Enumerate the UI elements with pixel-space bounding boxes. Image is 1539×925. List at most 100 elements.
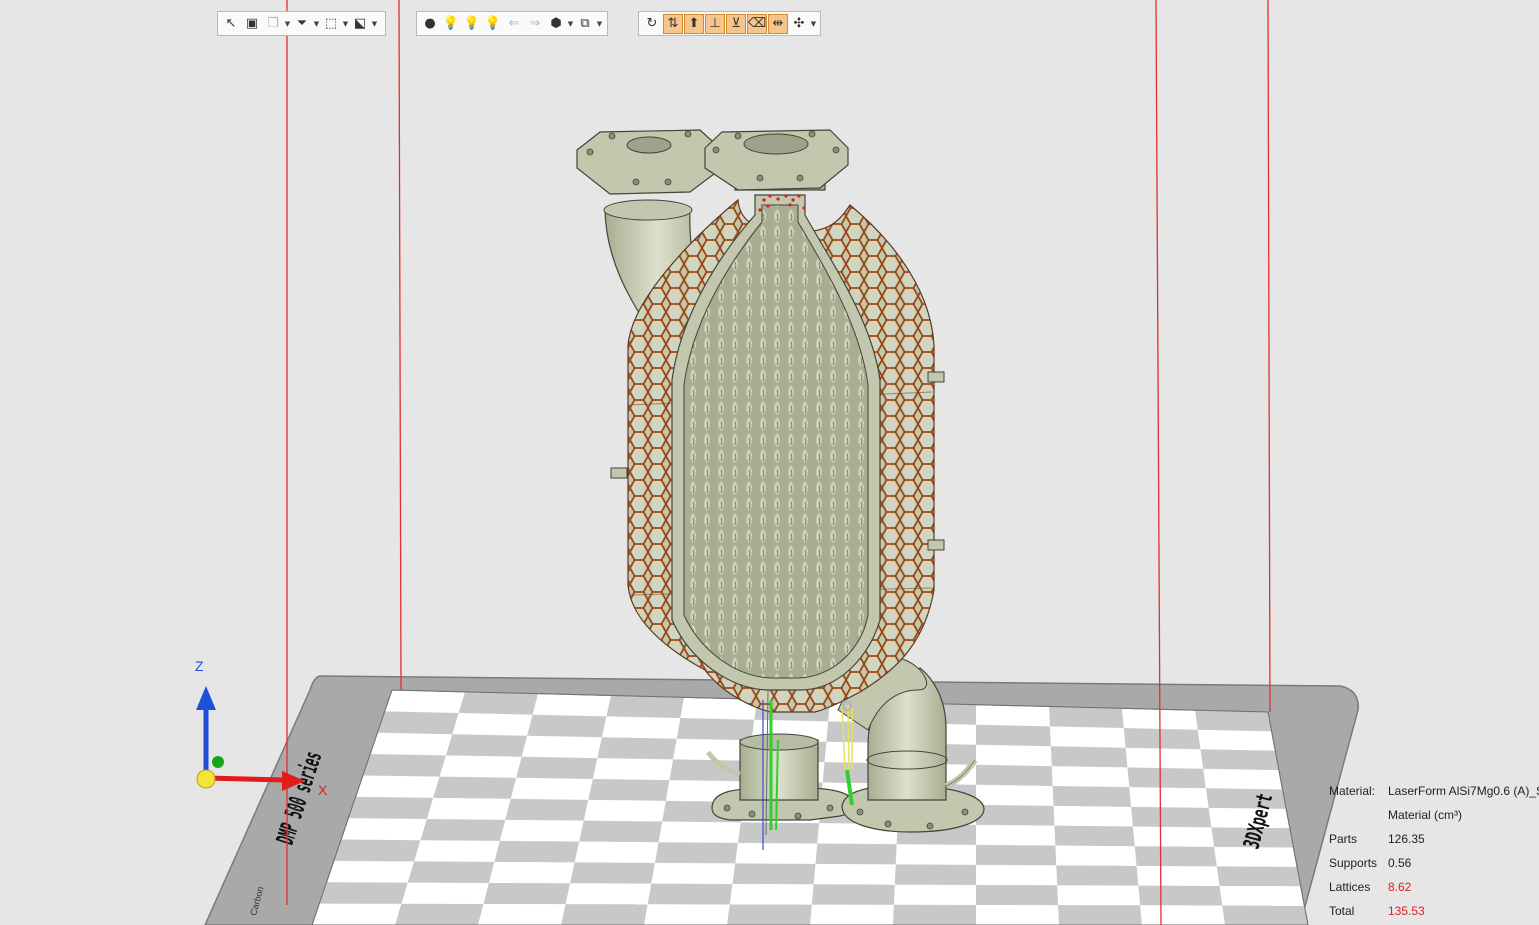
light-dim2-button[interactable]: 💡 <box>483 14 503 34</box>
plate-tile <box>737 822 820 844</box>
plate-tile <box>516 756 598 779</box>
select-box-button[interactable]: ▣ <box>242 14 262 34</box>
filter-select-button[interactable]: ⏷ <box>292 14 312 34</box>
plate-tile <box>458 691 538 715</box>
lattices-value: 8.62 <box>1388 880 1412 894</box>
plate-tile <box>1216 866 1301 887</box>
plate-tile <box>570 862 655 884</box>
plate-tile <box>676 718 755 741</box>
plate-tile <box>893 904 976 925</box>
plate-tile <box>588 778 670 801</box>
light-bulb-button[interactable]: 💡 <box>441 14 461 34</box>
rect-select-button[interactable]: ⬚ <box>321 14 341 34</box>
plate-tile <box>1123 728 1201 750</box>
plate-tile <box>1052 785 1132 807</box>
plate-tile <box>727 904 812 925</box>
distribute-button[interactable]: ⇅ <box>663 13 683 34</box>
supports-label: Supports <box>1329 856 1378 870</box>
move-axes-button[interactable]: ✣ <box>789 14 809 34</box>
plate-tile <box>1054 825 1135 847</box>
plate-tile <box>1138 885 1223 906</box>
plate-tile <box>362 754 446 777</box>
align-icon: ⊻ <box>731 16 741 31</box>
plate-tile <box>811 884 895 905</box>
plate-tile <box>1222 905 1308 925</box>
3d-viewport[interactable]: DMP 500 series 3DXpert Carbon <box>0 0 1539 925</box>
select-arrow-button[interactable]: ↖ <box>221 14 241 34</box>
plate-tile <box>815 843 897 865</box>
plate-tile <box>420 819 506 841</box>
axis-label-z: Z <box>195 658 204 674</box>
plate-tile <box>1056 865 1139 886</box>
select-parts-icon: ❒ <box>267 16 279 31</box>
plate-tile <box>976 764 1053 786</box>
plate-tile <box>669 759 749 782</box>
plate-tile <box>606 695 684 719</box>
plate-tile <box>377 711 459 735</box>
plate-tile <box>505 798 589 821</box>
plate-tile <box>1200 749 1279 771</box>
plate-tile <box>597 737 677 760</box>
selection-toolbar: ↖ ▣ ❒ ▼ ⏷ ▼ ⬚ ▼ ⬕ ▼ <box>217 11 386 36</box>
plate-tile <box>395 903 484 925</box>
plate-tile <box>647 883 733 905</box>
tools-toolbar: ↻ ⇅ ⬆ ⊥ ⊻ ⌫ ⇹ ✣ ▼ <box>638 11 821 36</box>
plate-tile <box>1127 767 1206 789</box>
total-label: Total <box>1329 904 1355 918</box>
plate-tile <box>445 734 528 757</box>
lift-part-button[interactable]: ⬆ <box>684 13 704 34</box>
dropdown-caret-icon[interactable]: ▼ <box>810 20 817 28</box>
erase-button[interactable]: ⌫ <box>747 13 767 34</box>
select-box-icon: ▣ <box>245 16 259 31</box>
plate-tile <box>1049 706 1124 729</box>
material-label: Material: <box>1329 784 1376 798</box>
move-axes-icon: ✣ <box>793 16 805 31</box>
plate-tile <box>483 882 571 905</box>
lift-part-icon: ⬆ <box>688 16 700 31</box>
plate-tile <box>433 776 517 799</box>
position-button[interactable]: ⇹ <box>768 13 788 34</box>
arrow-right-button[interactable]: ⇒ <box>525 14 545 34</box>
parts-value: 126.35 <box>1388 832 1425 846</box>
material-volume-label: Material (cm³) <box>1388 808 1462 822</box>
plate-tile <box>976 844 1057 866</box>
light-dim-button[interactable]: 💡 <box>462 14 482 34</box>
plate-tile <box>1050 746 1128 768</box>
plate-tile <box>976 724 1051 747</box>
material-value: LaserForm AlSi7Mg0.6 (A)_S <box>1388 784 1539 798</box>
light-off-button[interactable]: ● <box>420 14 440 34</box>
rotate-icon: ↻ <box>646 16 658 31</box>
select-arrow-icon: ↖ <box>225 16 237 31</box>
align-button[interactable]: ⊻ <box>726 13 746 34</box>
plate-tile <box>407 861 495 883</box>
dropdown-caret-icon[interactable]: ▼ <box>596 20 603 28</box>
place-on-face-button[interactable]: ⊥ <box>705 13 725 34</box>
dropdown-caret-icon[interactable]: ▼ <box>371 20 378 28</box>
cube-view-button[interactable]: ⬢ <box>546 14 566 34</box>
parts-label: Parts <box>1329 832 1358 846</box>
dropdown-caret-icon[interactable]: ▼ <box>567 20 574 28</box>
position-icon: ⇹ <box>772 16 784 31</box>
plate-tile <box>976 884 1059 906</box>
supports-value: 0.56 <box>1388 856 1412 870</box>
region-select-button[interactable]: ⬕ <box>350 14 370 34</box>
plate-tile <box>494 840 580 863</box>
dropdown-caret-icon[interactable]: ▼ <box>342 20 349 28</box>
select-parts-button[interactable]: ❒ <box>263 14 283 34</box>
light-dim-icon: 💡 <box>463 16 481 31</box>
plate-tile <box>319 882 408 904</box>
rect-select-icon: ⬚ <box>324 16 338 31</box>
light-bulb-icon: 💡 <box>442 16 460 31</box>
section-view-button[interactable]: ⧉ <box>575 14 595 34</box>
plate-tile <box>561 904 648 925</box>
rotate-button[interactable]: ↻ <box>642 14 662 34</box>
plate-tile <box>1134 846 1217 867</box>
dropdown-caret-icon[interactable]: ▼ <box>313 20 320 28</box>
arrow-left-button[interactable]: ⇐ <box>504 14 524 34</box>
plate-tile <box>348 796 434 820</box>
region-select-icon: ⬕ <box>353 16 367 31</box>
dropdown-caret-icon[interactable]: ▼ <box>284 20 291 28</box>
place-on-face-icon: ⊥ <box>709 16 721 31</box>
arrow-right-icon: ⇒ <box>529 16 541 31</box>
view-toolbar: ● 💡 💡 💡 ⇐ ⇒ ⬢ ▼ ⧉ ▼ <box>416 11 608 36</box>
